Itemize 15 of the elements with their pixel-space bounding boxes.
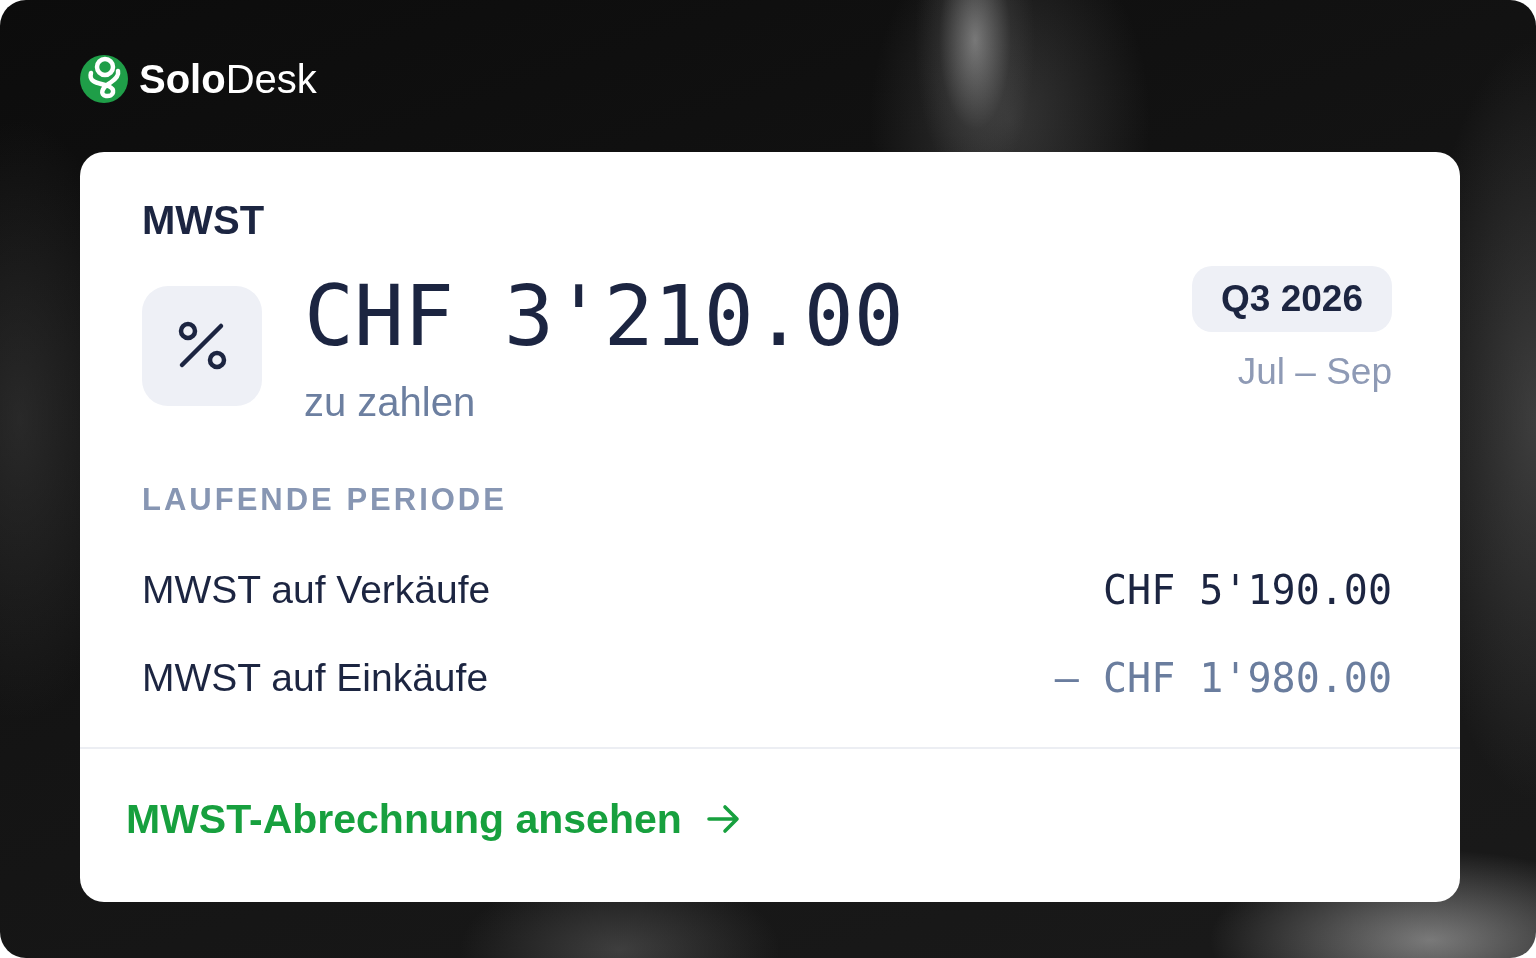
amount-due: CHF 3'210.00 bbox=[304, 276, 904, 358]
period-badge: Q3 2026 bbox=[1192, 266, 1392, 332]
period-range: Jul – Sep bbox=[1237, 352, 1392, 392]
arrow-right-icon bbox=[705, 804, 740, 834]
row-amount: – CHF 1'980.00 bbox=[1054, 656, 1392, 700]
brand-name: SoloDesk bbox=[139, 56, 317, 102]
percent-icon bbox=[142, 286, 262, 406]
section-label: LAUFENDE PERIODE bbox=[142, 482, 508, 518]
statement-link[interactable]: MWST-Abrechnung ansehen bbox=[126, 797, 740, 841]
logo-icon bbox=[80, 55, 128, 103]
row-label: MWST auf Einkäufe bbox=[142, 656, 489, 700]
amount-caption: zu zahlen bbox=[304, 380, 476, 424]
row-amount: CHF 5'190.00 bbox=[1103, 568, 1392, 612]
row-label: MWST auf Verkäufe bbox=[142, 568, 491, 612]
card-title: MWST bbox=[142, 198, 266, 242]
